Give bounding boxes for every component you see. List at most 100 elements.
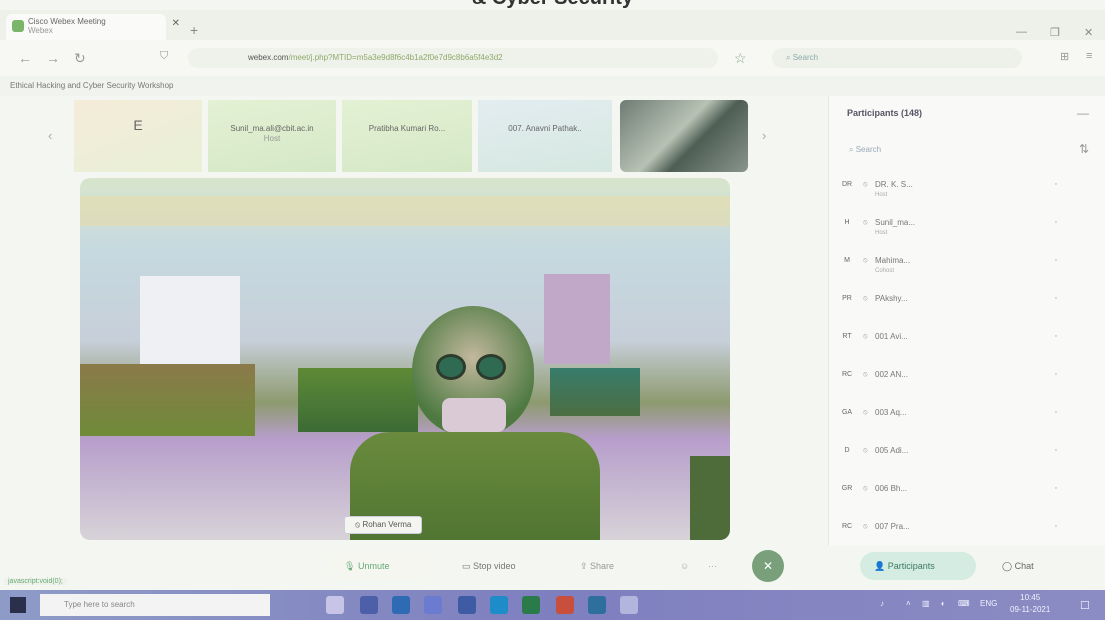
taskbar-search-placeholder: Type here to search xyxy=(64,600,135,609)
mic-muted-icon: ⦸ xyxy=(863,485,868,492)
participant-row[interactable]: RC ⦸ 002 AN... ▫ xyxy=(837,358,1057,396)
chat-label: Chat xyxy=(1014,561,1034,571)
share-icon: ⇪ xyxy=(580,561,591,571)
search-input[interactable]: ⌕ Search xyxy=(772,48,1022,68)
video-off-icon: ▫ xyxy=(1054,447,1057,454)
keyboard-icon[interactable]: ⌨ xyxy=(958,599,970,608)
taskbar-search-input[interactable]: Type here to search xyxy=(40,594,270,616)
panel-more-icon[interactable]: — xyxy=(1077,106,1089,120)
maximize-icon[interactable]: ❐ xyxy=(1050,26,1060,39)
edge-icon[interactable] xyxy=(392,596,410,614)
task-view-icon[interactable] xyxy=(326,596,344,614)
participant-row[interactable]: H ⦸ Sunil_ma... Host ▫ xyxy=(837,206,1057,244)
participant-row[interactable]: GR ⦸ 006 Bh... ▫ xyxy=(837,472,1057,510)
clock-time: 10:45 xyxy=(1020,593,1041,602)
participant-name: Mahima... Cohost xyxy=(875,256,911,274)
windows-start-icon[interactable] xyxy=(10,597,26,613)
video-off-icon: ▫ xyxy=(1054,485,1057,492)
participant-name: 006 Bh... xyxy=(875,484,908,493)
clock[interactable]: 10:45 09-11-2021 xyxy=(1010,592,1050,616)
volume-icon[interactable]: ◖ xyxy=(940,599,945,608)
store-icon[interactable] xyxy=(424,596,442,614)
file-explorer-icon[interactable] xyxy=(360,596,378,614)
thumbnail-label: 007. Anavni Pathak.. xyxy=(508,124,582,133)
video-bg-band xyxy=(80,196,730,226)
share-button[interactable]: ⇪ Share xyxy=(580,552,630,580)
tab-subtitle: Webex xyxy=(28,26,53,35)
participant-row[interactable]: DR ⦸ DR. K. S... Host ▫ xyxy=(837,168,1057,206)
tray-chevron-icon[interactable]: ˄ xyxy=(906,599,911,608)
chat-button[interactable]: ◯ Chat xyxy=(992,552,1072,580)
chrome-icon[interactable] xyxy=(556,596,574,614)
back-icon[interactable]: ← xyxy=(18,50,32,66)
minimize-icon[interactable]: — xyxy=(1016,26,1027,38)
video-thumbnail[interactable]: Sunil_ma.ali@cbit.ac.in Host xyxy=(208,100,336,172)
participants-button[interactable]: 👤 Participants xyxy=(860,552,976,580)
participant-row[interactable]: RC ⦸ 007 Pra... ▫ xyxy=(837,510,1057,548)
participant-row[interactable]: D ⦸ 005 Adi... ▫ xyxy=(837,434,1057,472)
more-options-icon[interactable]: ··· xyxy=(708,552,738,580)
browser-tab[interactable]: Cisco Webex Meeting Webex ✕ xyxy=(6,14,180,40)
next-page-icon[interactable]: › xyxy=(762,128,766,143)
participants-search-placeholder: Search xyxy=(855,145,882,154)
tab-title: Cisco Webex Meeting xyxy=(28,17,106,26)
new-tab-button[interactable]: + xyxy=(190,22,198,38)
search-icon: ⌕ xyxy=(849,145,856,154)
reload-icon[interactable]: ↻ xyxy=(74,50,86,67)
participant-row[interactable]: PR ⦸ PAkshy... ▫ xyxy=(837,282,1057,320)
close-window-icon[interactable]: ✕ xyxy=(1084,26,1093,39)
participant-name: 001 Avi... xyxy=(875,332,908,341)
filter-icon[interactable]: ⇅ xyxy=(1079,142,1089,156)
forward-icon[interactable]: → xyxy=(46,50,60,66)
video-thumbnail[interactable]: 007. Anavni Pathak.. xyxy=(478,100,612,172)
participant-row[interactable]: RT ⦸ 001 Avi... ▫ xyxy=(837,320,1057,358)
main-video[interactable]: ⦸ Rohan Verma xyxy=(80,178,730,540)
participant-initials: RC xyxy=(841,523,853,530)
participant-name: DR. K. S... Host xyxy=(875,180,913,198)
participants-title: Participants (148) xyxy=(847,108,923,118)
bookmark-star-icon[interactable]: ☆ xyxy=(734,50,747,67)
unmute-button[interactable]: 🎙 Unmute xyxy=(328,552,432,580)
prev-page-icon[interactable]: ‹ xyxy=(48,128,52,143)
close-tab-icon[interactable]: ✕ xyxy=(172,19,180,29)
mic-muted-icon: ⦸ xyxy=(863,295,868,302)
bookmark-item[interactable]: Ethical Hacking and Cyber Security Works… xyxy=(10,81,173,90)
app-icon[interactable] xyxy=(588,596,606,614)
language-indicator[interactable]: ENG xyxy=(980,599,997,608)
video-off-icon: ▫ xyxy=(1054,523,1057,530)
participant-name: 003 Aq... xyxy=(875,408,907,417)
url-bar[interactable]: webex.com/meet/j.php?MTID=m5a3e9d8f6c4b1… xyxy=(188,48,718,68)
caption-text: & Cyber Security xyxy=(472,0,633,9)
mic-muted-icon: ⦸ xyxy=(863,333,868,340)
participant-initials: GR xyxy=(841,485,853,492)
stop-video-button[interactable]: ▭ Stop video xyxy=(452,552,554,580)
video-thumbnail[interactable]: E xyxy=(74,100,202,172)
bookmarks-bar: Ethical Hacking and Cyber Security Works… xyxy=(0,76,1105,96)
menu-icon[interactable]: ≡ xyxy=(1086,50,1092,62)
participants-search-input[interactable]: ⌕ Search xyxy=(843,140,1053,160)
participant-initials: M xyxy=(844,257,850,264)
mail-icon[interactable] xyxy=(458,596,476,614)
excel-icon[interactable] xyxy=(522,596,540,614)
participant-name: 007 Pra... xyxy=(875,522,910,531)
notifications-icon[interactable]: ☐ xyxy=(1080,599,1090,612)
shield-icon[interactable]: ⛉ xyxy=(160,50,168,63)
participant-row[interactable]: GA ⦸ 003 Aq... ▫ xyxy=(837,396,1057,434)
video-off-icon: ▫ xyxy=(1054,181,1057,188)
user-icon[interactable]: ♪ xyxy=(880,599,884,608)
camera-thumbnail[interactable] xyxy=(620,100,748,172)
extensions-icon[interactable]: ⊞ xyxy=(1060,50,1069,63)
thumbnail-label: Pratibha Kumari Ro... xyxy=(368,124,446,133)
network-icon[interactable]: ▥ xyxy=(922,599,930,608)
word-icon[interactable] xyxy=(490,596,508,614)
video-thumbnail[interactable]: Pratibha Kumari Ro... xyxy=(342,100,472,172)
mic-muted-icon: ⦸ xyxy=(863,409,868,416)
participant-initials: RC xyxy=(841,371,853,378)
status-bar-url: javascript:void(0); xyxy=(4,578,67,585)
reactions-icon[interactable]: ☺ xyxy=(680,552,700,580)
participant-row[interactable]: M ⦸ Mahima... Cohost ▫ xyxy=(837,244,1057,282)
participant-name: 005 Adi... xyxy=(875,446,909,455)
mic-muted-icon: ⦸ xyxy=(863,219,868,226)
leave-meeting-button[interactable]: ✕ xyxy=(752,550,784,582)
webex-taskbar-icon[interactable] xyxy=(620,596,638,614)
